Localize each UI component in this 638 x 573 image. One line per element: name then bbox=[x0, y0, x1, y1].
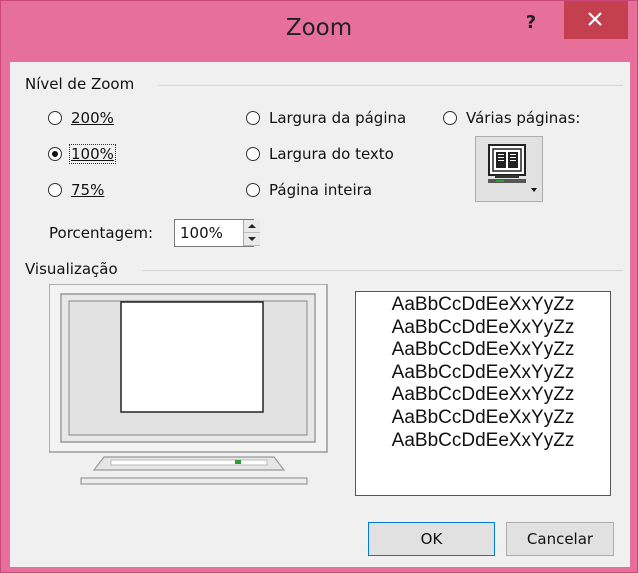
sample-text-line: AaBbCcDdEeXxYyZz bbox=[391, 316, 575, 338]
sample-text-line: AaBbCcDdEeXxYyZz bbox=[391, 384, 575, 406]
title-bar[interactable]: Zoom ? bbox=[1, 1, 637, 61]
sample-text-line: AaBbCcDdEeXxYyZz bbox=[391, 294, 575, 315]
radio-text-width-label: Largura do texto bbox=[269, 145, 394, 163]
monitor-preview-icon bbox=[48, 283, 328, 485]
close-icon bbox=[588, 12, 602, 26]
sample-text-line: AaBbCcDdEeXxYyZz bbox=[391, 429, 575, 451]
percentage-spinner[interactable] bbox=[243, 220, 260, 246]
radio-75-label: 75% bbox=[71, 181, 105, 199]
close-button[interactable] bbox=[564, 1, 628, 39]
spin-down-button[interactable] bbox=[244, 233, 260, 246]
sample-text-line: AaBbCcDdEeXxYyZz bbox=[391, 406, 575, 428]
percentage-label: Porcentagem: bbox=[49, 224, 153, 242]
radio-text-width[interactable]: Largura do texto bbox=[246, 145, 395, 163]
radio-circle bbox=[48, 111, 62, 125]
section-divider bbox=[142, 270, 623, 271]
many-pages-button[interactable] bbox=[475, 136, 543, 202]
radio-circle bbox=[48, 183, 62, 197]
radio-75[interactable]: 75% bbox=[48, 181, 105, 199]
spin-up-button[interactable] bbox=[244, 220, 260, 233]
radio-100[interactable]: 100% bbox=[48, 144, 116, 164]
section-divider bbox=[158, 85, 623, 86]
arrow-up-icon bbox=[248, 224, 256, 228]
monitor-pages-icon bbox=[488, 144, 537, 192]
percentage-input[interactable]: 100% bbox=[174, 219, 254, 247]
radio-circle-checked bbox=[48, 147, 62, 161]
help-button[interactable]: ? bbox=[516, 9, 546, 37]
ok-button[interactable]: OK bbox=[368, 522, 495, 556]
sample-text-line: AaBbCcDdEeXxYyZz bbox=[391, 339, 575, 361]
radio-200[interactable]: 200% bbox=[48, 109, 115, 127]
radio-circle bbox=[246, 183, 260, 197]
radio-circle bbox=[246, 147, 260, 161]
radio-circle bbox=[246, 111, 260, 125]
radio-100-label: 100% bbox=[69, 144, 116, 164]
preview-section-label: Visualização bbox=[25, 260, 118, 278]
zoom-dialog: Zoom ? Nível de Zoom 200% 100% 75% Largu… bbox=[0, 0, 638, 573]
sample-text-line: AaBbCcDdEeXxYyZz bbox=[391, 361, 575, 383]
radio-page-width-label: Largura da página bbox=[269, 109, 407, 127]
dialog-body: Nível de Zoom 200% 100% 75% Largura da p… bbox=[10, 62, 630, 567]
sample-text-box: AaBbCcDdEeXxYyZz AaBbCcDdEeXxYyZz AaBbCc… bbox=[355, 291, 611, 496]
radio-whole-page[interactable]: Página inteira bbox=[246, 181, 373, 199]
radio-page-width[interactable]: Largura da página bbox=[246, 109, 407, 127]
radio-many-pages-label: Várias páginas: bbox=[466, 109, 581, 127]
zoom-level-section-label: Nível de Zoom bbox=[25, 75, 135, 93]
zoom-preview bbox=[48, 283, 329, 499]
cancel-button[interactable]: Cancelar bbox=[506, 522, 614, 556]
radio-200-label: 200% bbox=[71, 109, 114, 127]
arrow-down-icon bbox=[248, 237, 256, 241]
radio-circle bbox=[443, 111, 457, 125]
radio-whole-page-label: Página inteira bbox=[269, 181, 373, 199]
radio-many-pages[interactable]: Várias páginas: bbox=[443, 109, 581, 127]
